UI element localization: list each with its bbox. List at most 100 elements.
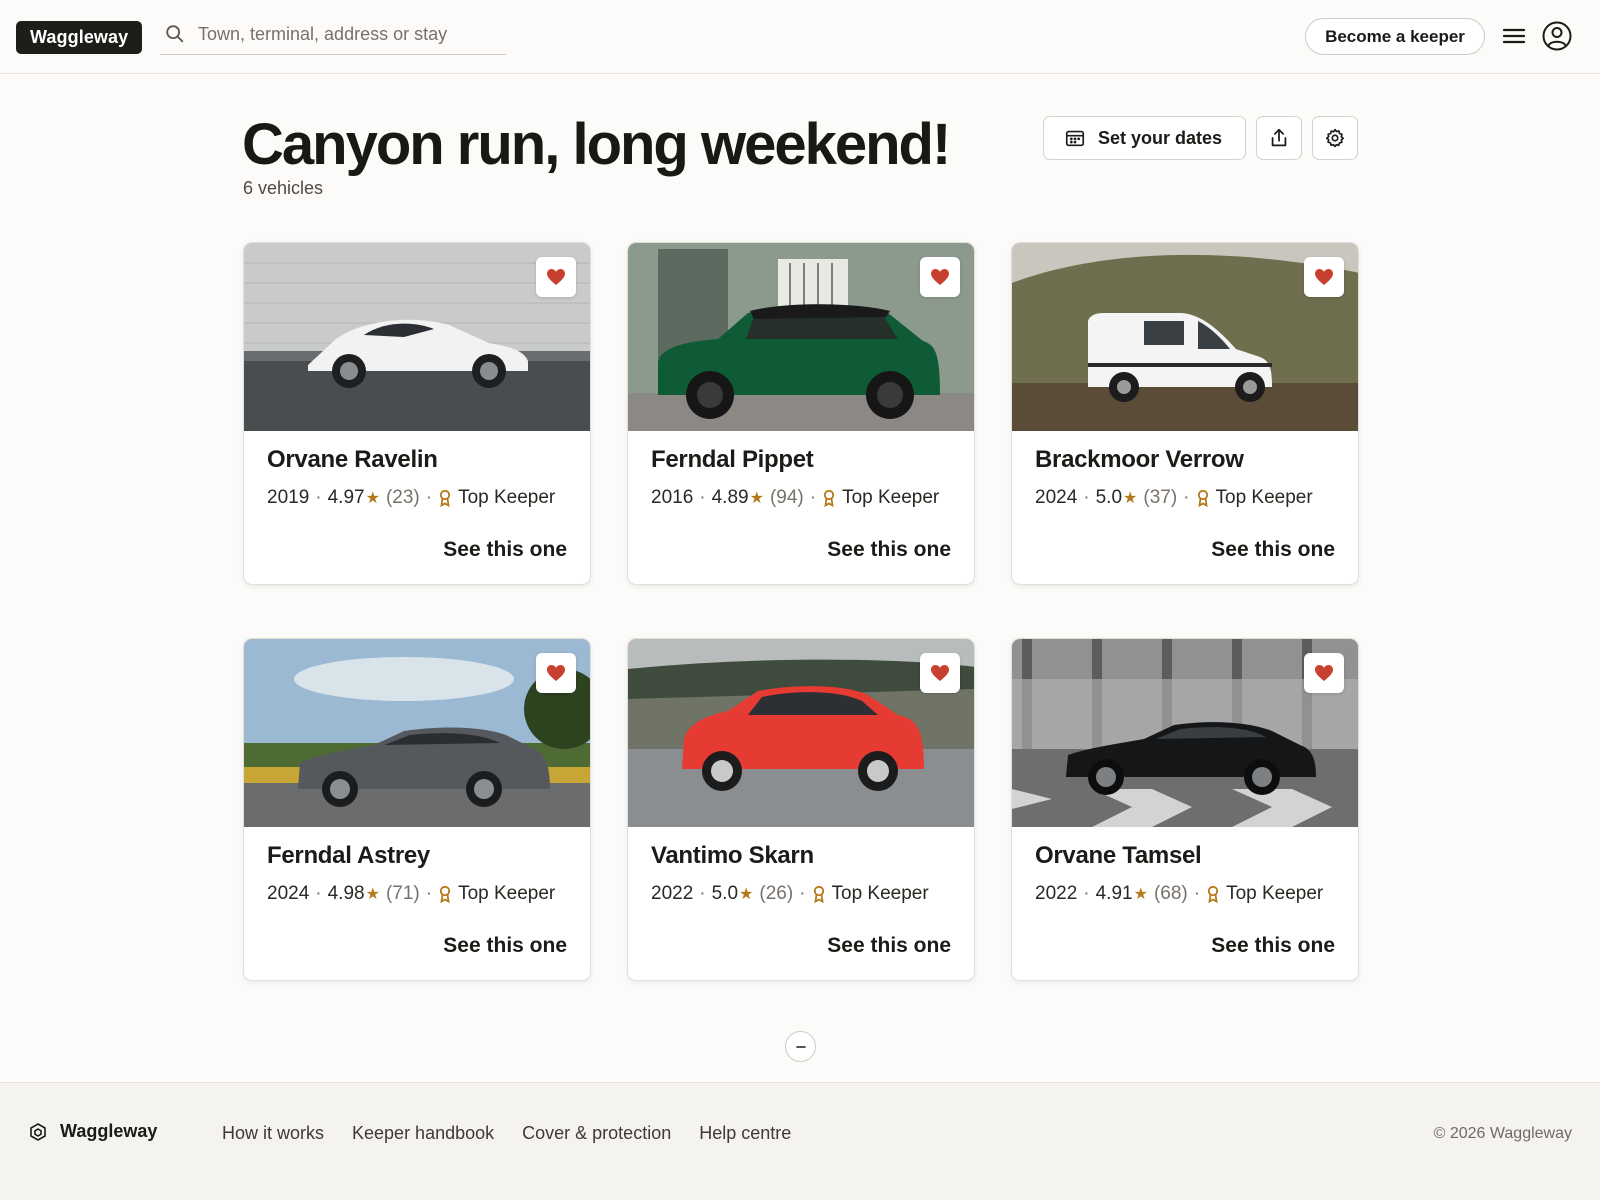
user-account-icon xyxy=(1542,21,1572,51)
review-count: (68) xyxy=(1153,883,1188,904)
heart-icon xyxy=(1315,269,1333,285)
vehicle-year: 2024 xyxy=(1035,487,1078,508)
top-bar: Waggleway Become a keeper xyxy=(0,0,1600,74)
logo[interactable]: Waggleway xyxy=(16,21,143,54)
vehicle-year: 2024 xyxy=(267,883,310,904)
separator-dot: · xyxy=(699,883,706,904)
vehicle-card[interactable]: Vantimo Skarn 2022 · 5.0 ★ (26) · Top Ke… xyxy=(627,638,975,981)
separator-dot: · xyxy=(315,883,322,904)
vehicle-card[interactable]: Ferndal Astrey 2024 · 4.98 ★ (71) · Top … xyxy=(243,638,591,981)
star-icon: ★ xyxy=(1133,886,1148,903)
account-button[interactable] xyxy=(1540,20,1574,54)
separator-dot: · xyxy=(809,487,817,508)
separator-dot: · xyxy=(1183,487,1190,508)
share-button[interactable] xyxy=(1256,116,1302,160)
heart-icon xyxy=(931,665,949,681)
vehicle-name: Vantimo Skarn xyxy=(651,842,814,869)
vehicle-card[interactable]: Orvane Ravelin 2019 · 4.97 ★ (23) · Top … xyxy=(243,242,591,585)
top-keeper-badge: Top Keeper xyxy=(458,487,556,508)
set-dates-button[interactable]: Set your dates xyxy=(1043,116,1246,160)
become-keeper-button[interactable]: Become a keeper xyxy=(1305,18,1485,55)
set-dates-label: Set your dates xyxy=(1098,127,1223,148)
footer: Waggleway How it works Keeper handbook C… xyxy=(0,1082,1600,1200)
top-keeper-badge: Top Keeper xyxy=(842,487,940,508)
vehicle-rating: 4.97 xyxy=(327,487,365,508)
award-badge-icon xyxy=(823,489,835,507)
footer-link-help-centre[interactable]: Help centre xyxy=(699,1123,791,1144)
separator-dot: · xyxy=(1193,883,1201,904)
collapse-button[interactable] xyxy=(785,1031,816,1062)
separator-dot: · xyxy=(1083,883,1090,904)
footer-brand-name: Waggleway xyxy=(60,1121,158,1141)
minus-icon xyxy=(795,1045,806,1048)
vehicle-rating: 5.0 xyxy=(711,883,739,904)
vehicle-meta: 2024 · 4.98 ★ (71) · Top Keeper xyxy=(267,883,555,905)
favorite-button[interactable] xyxy=(920,653,960,693)
search-input[interactable] xyxy=(198,23,498,45)
vehicle-meta: 2022 · 5.0 ★ (26) · Top Keeper xyxy=(651,883,929,905)
footer-link-cover-protection[interactable]: Cover & protection xyxy=(522,1123,671,1144)
see-vehicle-link[interactable]: See this one xyxy=(827,934,951,958)
review-count: (94) xyxy=(769,487,804,508)
page-title: Canyon run, long weekend! xyxy=(242,112,951,177)
heart-icon xyxy=(931,269,949,285)
review-count: (23) xyxy=(385,487,420,508)
award-badge-icon xyxy=(1207,885,1219,903)
vehicle-rating: 5.0 xyxy=(1095,487,1123,508)
vehicle-rating: 4.91 xyxy=(1095,883,1133,904)
separator-dot: · xyxy=(699,487,706,508)
heart-icon xyxy=(547,665,565,681)
separator-dot: · xyxy=(315,487,322,508)
favorite-button[interactable] xyxy=(536,653,576,693)
footer-links: How it works Keeper handbook Cover & pro… xyxy=(222,1123,819,1144)
favorite-button[interactable] xyxy=(1304,653,1344,693)
star-icon: ★ xyxy=(365,886,380,903)
footer-link-how-it-works[interactable]: How it works xyxy=(222,1123,324,1144)
favorite-button[interactable] xyxy=(536,257,576,297)
settings-button[interactable] xyxy=(1312,116,1358,160)
vehicle-card[interactable]: Orvane Tamsel 2022 · 4.91 ★ (68) · Top K… xyxy=(1011,638,1359,981)
footer-brand[interactable]: Waggleway xyxy=(28,1121,157,1142)
brand-hexagon-icon xyxy=(30,1122,46,1141)
favorite-button[interactable] xyxy=(920,257,960,297)
menu-button[interactable] xyxy=(1500,24,1528,50)
heart-icon xyxy=(1315,665,1333,681)
vehicle-card[interactable]: Ferndal Pippet 2016 · 4.89 ★ (94) · Top … xyxy=(627,242,975,585)
vehicle-card[interactable]: Brackmoor Verrow 2024 · 5.0 ★ (37) · Top… xyxy=(1011,242,1359,585)
search-icon xyxy=(166,25,184,43)
star-icon: ★ xyxy=(749,490,764,507)
vehicle-count: 6 vehicles xyxy=(243,178,324,198)
vehicle-year: 2022 xyxy=(651,883,694,904)
vehicle-meta: 2019 · 4.97 ★ (23) · Top Keeper xyxy=(267,487,555,509)
see-vehicle-link[interactable]: See this one xyxy=(443,934,567,958)
calendar-icon xyxy=(1065,130,1085,147)
vehicle-year: 2022 xyxy=(1035,883,1078,904)
vehicle-meta: 2022 · 4.91 ★ (68) · Top Keeper xyxy=(1035,883,1323,905)
vehicle-rating: 4.89 xyxy=(711,487,749,508)
separator-dot: · xyxy=(1083,487,1090,508)
see-vehicle-link[interactable]: See this one xyxy=(443,538,567,562)
footer-link-keeper-handbook[interactable]: Keeper handbook xyxy=(352,1123,494,1144)
award-badge-icon xyxy=(439,489,451,507)
star-icon: ★ xyxy=(1123,490,1138,507)
see-vehicle-link[interactable]: See this one xyxy=(827,538,951,562)
separator-dot: · xyxy=(799,883,806,904)
vehicle-name: Orvane Tamsel xyxy=(1035,842,1202,869)
see-vehicle-link[interactable]: See this one xyxy=(1211,934,1335,958)
favorite-button[interactable] xyxy=(1304,257,1344,297)
vehicle-name: Orvane Ravelin xyxy=(267,446,438,473)
vehicle-name: Ferndal Pippet xyxy=(651,446,814,473)
vehicle-year: 2016 xyxy=(651,487,694,508)
review-count: (37) xyxy=(1143,487,1178,508)
star-icon: ★ xyxy=(739,886,754,903)
share-icon xyxy=(1271,128,1287,147)
search-bar[interactable] xyxy=(160,14,506,55)
gear-icon xyxy=(1325,128,1345,148)
see-vehicle-link[interactable]: See this one xyxy=(1211,538,1335,562)
vehicle-meta: 2016 · 4.89 ★ (94) · Top Keeper xyxy=(651,487,939,509)
copyright: © 2026 Waggleway xyxy=(1433,1125,1572,1142)
review-count: (71) xyxy=(385,883,420,904)
separator-dot: · xyxy=(425,487,433,508)
vehicle-meta: 2024 · 5.0 ★ (37) · Top Keeper xyxy=(1035,487,1313,509)
top-keeper-badge: Top Keeper xyxy=(458,883,556,904)
